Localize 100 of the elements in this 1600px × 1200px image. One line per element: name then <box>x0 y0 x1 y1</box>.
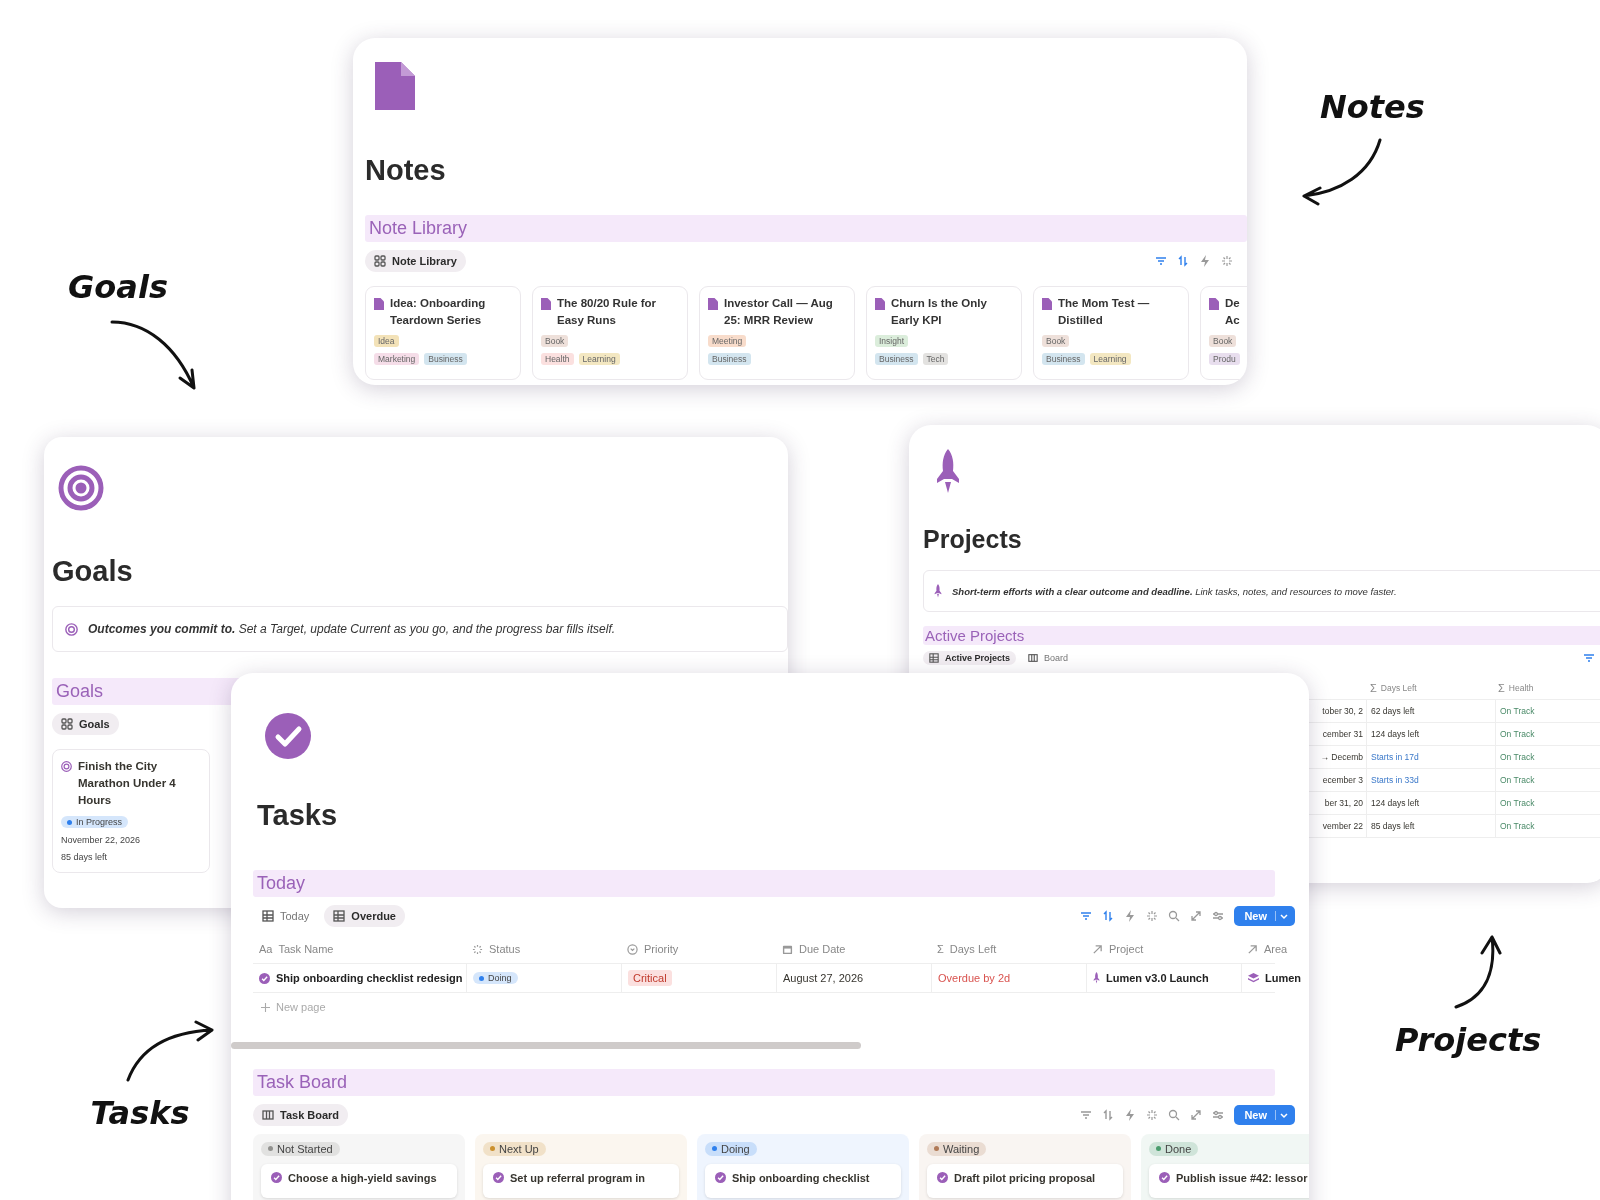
type-tag: Meeting <box>708 335 747 347</box>
area-tag: Business <box>708 353 751 365</box>
column-header[interactable]: Status <box>466 935 621 963</box>
task-card[interactable]: Draft pilot pricing proposal <box>927 1163 1123 1198</box>
callout-label: Tasks <box>90 1094 190 1132</box>
note-title: Churn Is the Only Early KPI <box>891 296 988 328</box>
filter-icon[interactable] <box>1155 255 1167 267</box>
days-left: 85 days left <box>61 852 108 862</box>
note-title: The Mom Test — Distilled <box>1058 296 1151 328</box>
table-cell-text: ber 31, 20 <box>1323 798 1364 808</box>
settings-icon[interactable] <box>1212 1108 1225 1121</box>
note-card[interactable]: The 80/20 Rule for Easy Runs Book Health Learning <box>532 286 688 380</box>
document-icon <box>708 298 718 310</box>
view-tab[interactable]: Board <box>1022 651 1075 665</box>
view-tab[interactable]: Overdue <box>324 905 405 927</box>
column-header[interactable]: Area <box>1241 935 1309 963</box>
column-header[interactable]: Project <box>1086 935 1241 963</box>
column-header[interactable]: Σ Days Left <box>1366 677 1494 699</box>
table-cell: Starts in 33d <box>1366 769 1495 791</box>
area-tag: Learning <box>578 353 620 365</box>
board-icon <box>1028 653 1039 663</box>
sort-icon[interactable] <box>1177 255 1189 267</box>
lightning-icon[interactable] <box>1124 910 1137 922</box>
column-header[interactable]: Σ Health <box>1494 677 1600 699</box>
callout-label: Projects <box>1395 1021 1542 1059</box>
area-tag: Business <box>875 353 918 365</box>
callout-text: Short-term efforts with a clear outcome and deadline. Link tasks, notes, and resources to move faster. <box>952 585 1397 597</box>
arrow-icon <box>1247 943 1258 955</box>
document-icon <box>875 298 885 310</box>
task-card[interactable]: Publish issue #42: lessor <box>1149 1163 1309 1198</box>
search-icon[interactable] <box>1168 910 1181 922</box>
note-title: De Ac <box>1225 296 1240 328</box>
sort-icon[interactable] <box>1102 1108 1115 1121</box>
filter-icon[interactable] <box>1080 1108 1093 1121</box>
sort-icon[interactable] <box>1102 910 1115 922</box>
gallery-icon <box>374 255 386 267</box>
area-tag: Marketing <box>374 353 420 365</box>
plus-icon <box>261 1002 270 1012</box>
type-tag: Book <box>1209 335 1237 347</box>
column-header[interactable]: Σ Days Left <box>931 935 1086 963</box>
table-cell: Overdue by 2d <box>931 964 1086 992</box>
note-card[interactable]: Idea: Onboarding Teardown Series Idea Marketing Business <box>365 286 521 380</box>
scrollbar[interactable] <box>231 1041 861 1049</box>
gallery-icon <box>61 718 73 730</box>
settings-icon[interactable] <box>1212 910 1225 922</box>
area-tag: Business <box>424 353 467 365</box>
task-card[interactable]: Set up referral program in <box>483 1163 679 1198</box>
document-icon <box>1209 298 1219 310</box>
table-icon <box>929 653 939 663</box>
view-tab[interactable]: Note Library <box>365 250 466 272</box>
filter-icon[interactable] <box>1583 652 1595 664</box>
callout-text: Outcomes you commit to. Set a Target, update Current as you go, and the progress bar fills itself. <box>88 622 616 636</box>
document-icon <box>541 298 551 310</box>
check-circle-icon <box>265 713 311 759</box>
status-tag: Waiting <box>927 1141 987 1156</box>
task-cell[interactable]: Ship onboarding checklist redesign <box>253 964 466 992</box>
table-cell: 124 days left <box>1366 723 1495 745</box>
view-tab[interactable]: Active Projects <box>923 651 1017 665</box>
caret-icon[interactable] <box>1275 911 1289 921</box>
expand-icon[interactable] <box>1190 1108 1203 1121</box>
status-tag: Doing <box>705 1141 757 1156</box>
table-cell: August 27, 2026 <box>776 964 931 992</box>
lightning-icon[interactable] <box>1124 1108 1137 1121</box>
task-card[interactable]: Ship onboarding checklist <box>705 1163 901 1198</box>
project-link[interactable]: Lumen v3.0 Launch <box>1086 964 1241 992</box>
sparkle-icon[interactable] <box>1146 1108 1159 1121</box>
view-tab[interactable]: Task Board <box>253 1103 349 1126</box>
new-button[interactable]: New <box>1234 1104 1295 1125</box>
status-tag: Not Started <box>261 1141 340 1156</box>
search-icon[interactable] <box>1168 1108 1181 1121</box>
column-header[interactable]: Priority <box>621 935 776 963</box>
section-heading: Active Projects <box>923 626 1600 645</box>
caret-icon[interactable] <box>1275 1109 1289 1120</box>
expand-icon[interactable] <box>1190 910 1203 922</box>
area-link[interactable]: Lumen <box>1241 964 1309 992</box>
goal-card[interactable]: Finish the City Marathon Under 4 Hours In Progress November 22, 2026 85 days left <box>52 749 210 873</box>
filter-icon[interactable] <box>1080 910 1093 922</box>
sparkle-icon[interactable] <box>1146 910 1159 922</box>
table-cell: On Track <box>1495 746 1600 768</box>
table-cell: On Track <box>1495 769 1600 791</box>
sparkle-icon[interactable] <box>1221 255 1233 267</box>
note-card[interactable]: Investor Call — Aug 25: MRR Review Meeting Business <box>699 286 855 380</box>
note-card[interactable]: The Mom Test — Distilled Book Business Learning <box>1033 286 1189 380</box>
lightning-icon[interactable] <box>1199 255 1211 267</box>
table-cell-text: ecember 3 <box>1321 775 1364 785</box>
view-tab[interactable]: Goals <box>52 713 119 735</box>
section-heading: Note Library <box>365 215 1247 242</box>
goal-title: Finish the City Marathon Under 4 Hours <box>78 759 177 808</box>
note-card[interactable]: Churn Is the Only Early KPI Insight Business Tech <box>866 286 1022 380</box>
rocket-icon <box>934 584 942 598</box>
document-icon <box>375 62 415 110</box>
note-card[interactable]: De Ac Book Produ <box>1200 286 1247 380</box>
task-card[interactable]: Choose a high-yield savings <box>261 1163 457 1198</box>
new-button[interactable]: New <box>1234 906 1295 926</box>
column-header[interactable]: Due Date <box>776 935 931 963</box>
status-tag: Doing <box>473 972 518 984</box>
check-circle-icon <box>271 1172 282 1183</box>
column-header[interactable]: Aa Task Name <box>253 935 466 963</box>
view-tab[interactable]: Today <box>253 905 319 927</box>
check-circle-icon <box>259 972 270 984</box>
